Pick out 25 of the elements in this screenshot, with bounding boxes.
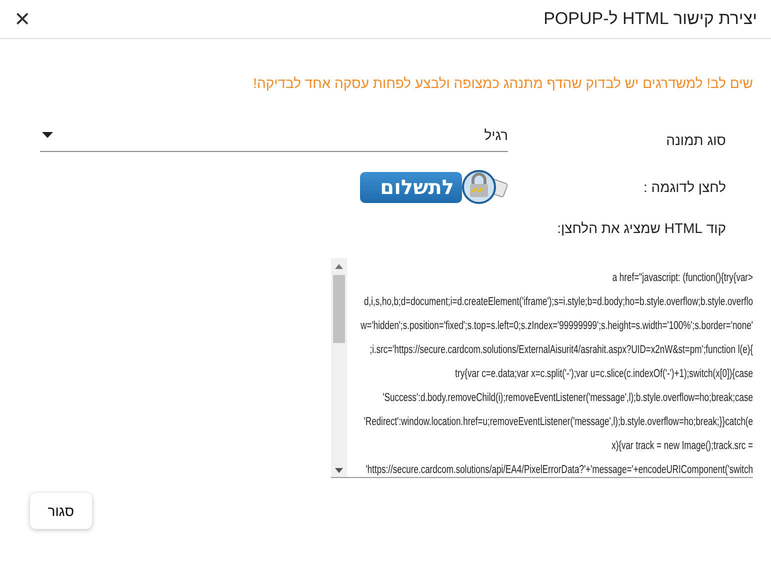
code-line: x){var track = new Image();track.src = <box>612 439 753 454</box>
code-line: ;i.src='https://secure.cardcom.solutions/ExternalAisurit4/asrahit.aspx?UID=x2nW&st=pm';function l(e){ <box>370 343 753 358</box>
example-button-label: לחצן לדוגמה : <box>642 179 727 195</box>
scrollbar-thumb[interactable] <box>333 275 345 343</box>
code-line: w='hidden';s.position='fixed';s.top=s.left=0;s.zIndex='99999999';s.height=s.width='100%';s.border='none' <box>360 319 753 334</box>
code-line: a href="javascript: (function(){try{var> <box>612 271 753 286</box>
code-line: 'Success':d.body.removeChild(i);removeEventListener('message',l);b.style.overflow=ho;break;case <box>382 391 753 406</box>
image-type-select[interactable]: רגיל <box>40 127 508 152</box>
code-line: 'https://secure.cardcom.solutions/api/EA4/PixelErrorData?'+'message='+encodeURIComponent('switch <box>366 463 753 478</box>
payment-button[interactable]: לתשלום <box>360 172 462 202</box>
scrollbar[interactable] <box>331 258 347 477</box>
close-button[interactable]: ✕ <box>12 7 33 31</box>
image-type-label: סוג תמונה <box>665 132 727 148</box>
code-line: try{var c=e.data;var x=c.split('-');var u=c.slice(c.indexOf('-')+1);switch(x[0]){case <box>455 367 753 382</box>
warning-message: שים לב! למשדרגים יש לבדוק שהדף מתנהג כמצופה ולבצע לפחות עסקה אחד לבדיקה! <box>252 75 753 91</box>
code-line: d,i,s,ho,b;d=document;i=d.createElement('iframe');s=i.style;b=d.body;ho=b.style.overflow;b.style.overflo <box>364 295 753 310</box>
html-code-label: קוד HTML שמציג את הלחצן: <box>556 220 727 236</box>
html-code-textarea[interactable] <box>331 258 753 478</box>
close-button[interactable]: סגור <box>30 493 92 529</box>
dialog-title: יצירת קישור HTML ל-POPUP <box>544 9 757 29</box>
code-line: 'Redirect':window.location.href=u;removeEventListener('message',l);b.style.overflow=ho;break;}}catch(e <box>364 415 753 430</box>
scroll-down-icon[interactable] <box>335 468 343 473</box>
caret-icon <box>42 132 53 138</box>
padlock-card-icon <box>462 170 508 204</box>
scroll-up-icon[interactable] <box>335 264 343 269</box>
